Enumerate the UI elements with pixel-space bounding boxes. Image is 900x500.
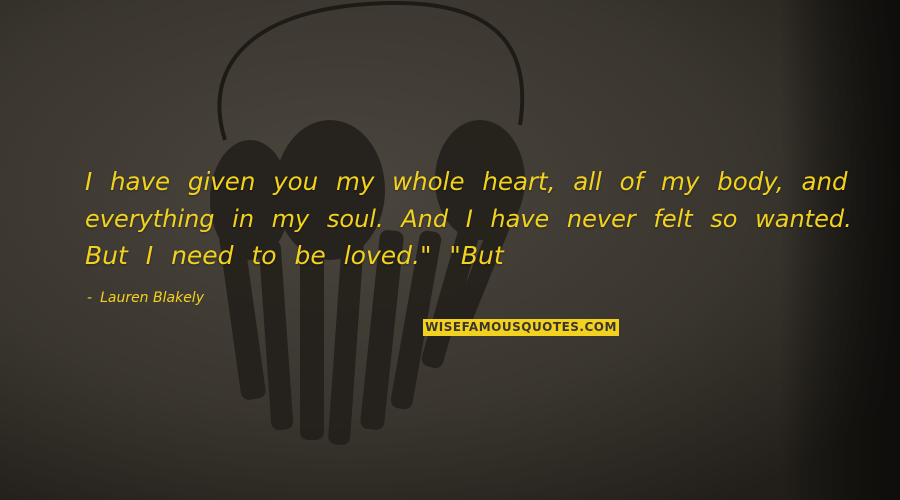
attribution-dash: - [87,290,93,306]
quote-line-2: everything in my soul. And I have never … [85,205,852,233]
quote-line-1: I have given you my whole heart, all of … [85,167,848,196]
quote-line-3: But I need to be loved." "But [85,241,504,270]
watermark-text: WISEFAMOUSQUOTES.COM [425,320,617,334]
attribution: - Lauren Blakely [87,288,204,308]
author-name: Lauren Blakely [100,290,204,306]
quote-image: I have given you my whole heart, all of … [0,0,900,500]
watermark-badge: WISEFAMOUSQUOTES.COM [423,319,619,336]
